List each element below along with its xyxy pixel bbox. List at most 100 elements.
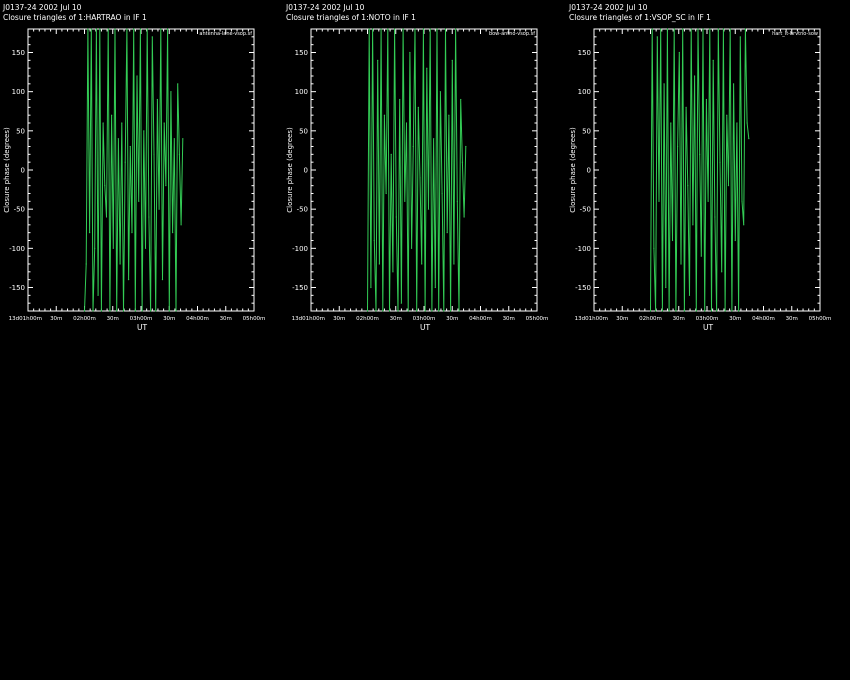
- data-point: [436, 28, 438, 30]
- data-point: [695, 310, 697, 312]
- data-point: [739, 36, 741, 38]
- data-point: [146, 28, 148, 30]
- y-tick-label: 100: [12, 88, 25, 96]
- x-tick-label: 04h00m: [469, 316, 492, 322]
- data-point: [675, 310, 677, 312]
- data-point: [714, 216, 716, 218]
- data-point: [88, 232, 91, 234]
- y-tick-label: 0: [21, 167, 25, 175]
- data-point: [85, 263, 87, 265]
- data-point: [732, 83, 735, 85]
- y-tick-label: 150: [12, 49, 25, 57]
- x-axis-label: UT: [137, 323, 147, 332]
- title-line-2: Closure triangles of 1:VSOP_SC in IF 1: [569, 13, 711, 22]
- x-axis-label: UT: [420, 323, 430, 332]
- data-point: [431, 310, 433, 312]
- title-line-1: J0137-24 2002 Jul 10: [568, 3, 648, 12]
- data-point: [136, 75, 138, 77]
- data-point: [734, 239, 736, 242]
- data-point: [719, 161, 721, 163]
- title-line-1: J0137-24 2002 Jul 10: [285, 3, 365, 12]
- y-tick-label: 150: [295, 49, 308, 57]
- data-point: [433, 138, 435, 140]
- data-point: [743, 224, 745, 226]
- y-tick-label: 50: [582, 127, 591, 135]
- data-point: [699, 153, 701, 155]
- data-point: [99, 28, 101, 30]
- data-point: [148, 216, 150, 218]
- data-point: [156, 98, 158, 101]
- chart-hartrao: J0137-24 2002 Jul 10Closure triangles of…: [2, 3, 265, 332]
- data-point: [670, 122, 672, 124]
- data-point: [161, 279, 164, 281]
- data-point: [394, 28, 396, 30]
- data-point: [119, 263, 121, 265]
- data-point: [678, 51, 680, 54]
- data-point: [444, 28, 447, 30]
- data-point: [729, 28, 731, 30]
- data-point: [731, 310, 733, 312]
- data-point: [92, 310, 94, 312]
- plot-tag: hart_lt-brvtno-sow: [772, 31, 818, 37]
- data-point: [412, 145, 414, 148]
- data-point: [439, 91, 441, 93]
- data-point: [150, 310, 152, 312]
- title-line-2: Closure triangles of 1:HARTRAO in IF 1: [3, 13, 147, 22]
- data-point: [124, 161, 126, 163]
- data-point: [397, 310, 399, 312]
- x-tick-label: 03h00m: [696, 316, 719, 322]
- data-point: [368, 28, 370, 30]
- data-point: [736, 122, 738, 124]
- data-point: [693, 75, 696, 77]
- data-point: [727, 185, 730, 187]
- data-point: [166, 28, 169, 30]
- data-point: [661, 310, 663, 312]
- x-tick-label: 13d01h00m: [9, 316, 42, 322]
- data-point: [449, 310, 452, 312]
- x-tick-label: 13d01h00m: [575, 316, 608, 322]
- y-tick-label: 50: [299, 127, 308, 135]
- data-point: [170, 91, 172, 93]
- data-point: [668, 310, 670, 312]
- data-point: [673, 28, 675, 30]
- closure-phase-trace: [84, 28, 184, 312]
- data-point: [83, 310, 86, 312]
- data-point: [370, 286, 372, 289]
- x-tick-label: 04h00m: [752, 316, 775, 322]
- data-point: [100, 310, 103, 312]
- data-point: [380, 28, 382, 30]
- data-point: [127, 279, 130, 281]
- y-tick-label: -50: [14, 206, 25, 214]
- data-point: [405, 122, 408, 124]
- data-point: [177, 83, 179, 85]
- data-point: [131, 232, 133, 234]
- data-point: [373, 239, 375, 242]
- data-point: [105, 216, 108, 218]
- data-point: [107, 28, 109, 30]
- data-point: [173, 138, 175, 140]
- data-point: [465, 145, 467, 148]
- data-point: [95, 28, 97, 30]
- data-point: [438, 310, 440, 312]
- data-point: [404, 200, 406, 202]
- data-point: [155, 310, 157, 312]
- data-point: [651, 28, 653, 30]
- data-point: [143, 130, 145, 132]
- data-point: [366, 310, 369, 312]
- x-tick-label: 02h00m: [639, 316, 662, 322]
- plot-tag: bow-antno-vsop.sf: [489, 31, 535, 37]
- data-point: [463, 216, 465, 218]
- y-tick-label: -50: [297, 206, 308, 214]
- data-point: [139, 28, 142, 30]
- data-point: [407, 310, 409, 312]
- data-point: [182, 138, 184, 140]
- data-point: [109, 310, 111, 312]
- data-point: [683, 310, 685, 312]
- y-axis-label: Closure phase (degrees): [569, 127, 577, 213]
- data-point: [722, 28, 724, 30]
- x-tick-label: 30m: [503, 316, 515, 322]
- data-point: [741, 200, 743, 202]
- y-tick-label: -150: [9, 284, 25, 292]
- data-point: [97, 294, 99, 296]
- x-tick-label: 03h00m: [413, 316, 436, 322]
